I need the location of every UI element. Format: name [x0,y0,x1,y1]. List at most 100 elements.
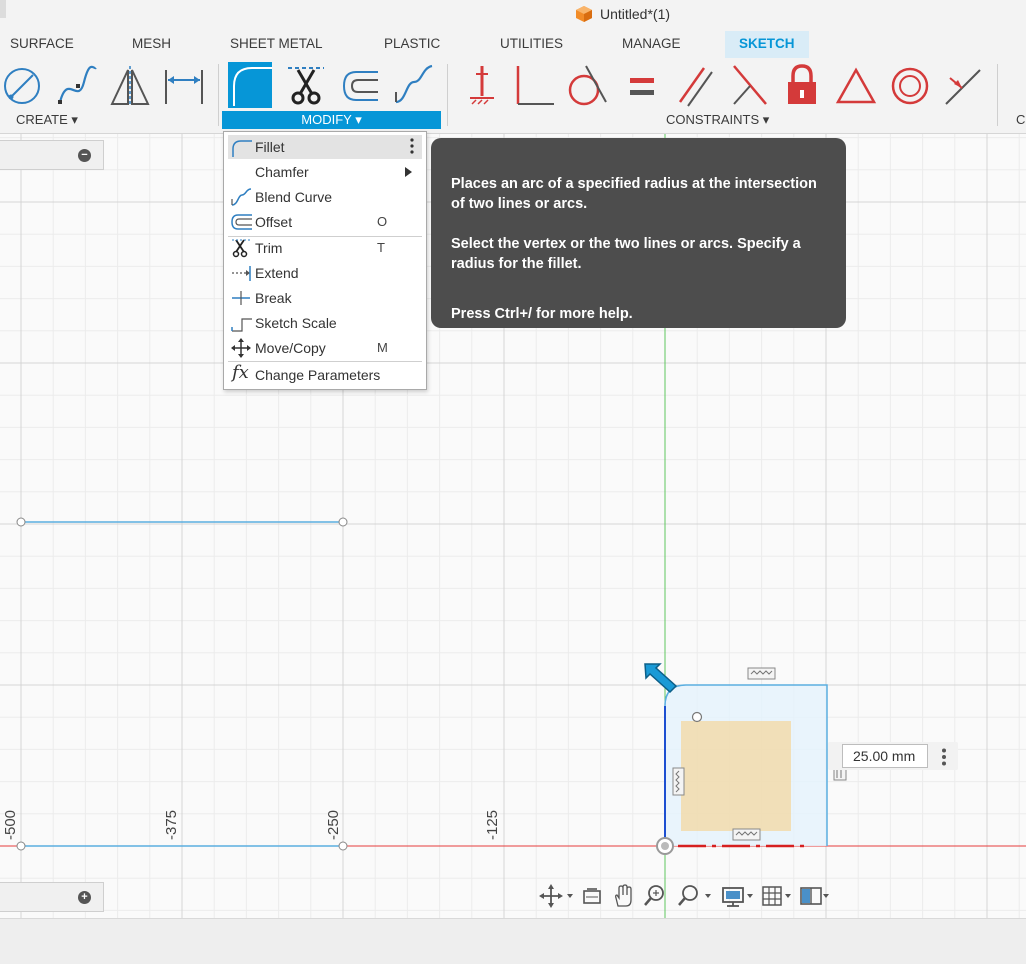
more-options-icon[interactable] [941,748,947,766]
triangle-tool[interactable] [834,62,878,108]
modify-group-label[interactable]: MODIFY ▾ [222,111,441,129]
offset-tool[interactable] [338,62,382,108]
fix-tool[interactable] [460,62,504,108]
menu-item-label: Extend [255,265,299,281]
trim-tool[interactable] [284,62,328,108]
sketch-point[interactable] [16,841,26,851]
perpendicular-tool[interactable] [512,62,556,108]
sketch-point[interactable] [16,517,26,527]
menu-item-label: Chamfer [255,164,309,180]
sketch-point[interactable] [338,517,348,527]
comments-panel-header[interactable]: + [0,882,104,912]
tab-mesh[interactable]: MESH [132,36,171,51]
menu-item-chamfer[interactable]: Chamfer [228,160,422,184]
grid-settings-button[interactable] [761,884,801,908]
lock-icon [788,64,816,104]
next-group-tool[interactable] [1012,62,1026,108]
vertical-constraint-glyph[interactable] [672,767,685,796]
expand-panel-icon[interactable]: + [78,891,91,904]
fillet-icon [233,67,272,106]
menu-item-sketch-scale[interactable]: Sketch Scale [228,311,422,335]
blend-curve-tool[interactable] [392,62,436,108]
grid-icon [762,886,791,906]
blend-curve-icon [395,64,433,104]
look-at-icon [583,888,601,904]
orbit-button[interactable] [537,884,573,908]
break-icon [232,291,250,305]
spline-tool[interactable] [56,62,100,108]
zoom-window-button[interactable] [677,884,717,908]
sketch-point[interactable] [338,841,348,851]
trim-icon [232,239,250,258]
look-at-button[interactable] [581,884,611,908]
triangle-icon [835,67,877,104]
fillet-tool[interactable] [228,62,272,108]
lock-tool[interactable] [780,62,824,108]
document-title: Untitled*(1) [600,6,671,22]
concentric-tool[interactable] [888,62,932,108]
window-edge [0,0,6,18]
toolbar-separator [447,64,448,126]
tooltip-instructions: Select the vertex or the two lines or ar… [451,236,801,272]
viewports-button[interactable] [799,884,835,908]
dimension-tool[interactable] [162,62,206,108]
mirror-icon [110,66,150,106]
menu-item-label: Change Parameters [255,367,381,383]
toolbar: CREATE ▾ MODIFY ▾ CONSTRAINTS ▾ C [0,58,1026,134]
pan-button[interactable] [611,884,641,908]
fillet-center-point[interactable] [691,711,703,723]
tab-manage[interactable]: MANAGE [622,36,681,51]
display-settings-button[interactable] [721,884,761,908]
title-bar: Untitled*(1) [0,0,1026,30]
zoom-button[interactable] [643,884,673,908]
fillet-tooltip: Places an arc of a specified radius at t… [431,138,846,328]
tangent-tool[interactable] [564,62,608,108]
submenu-arrow-icon [405,167,412,177]
browser-panel-header[interactable]: − [0,140,104,170]
tab-utilities[interactable]: UTILITIES [500,36,563,51]
collinear-tool[interactable] [728,62,772,108]
menu-item-label: Move/Copy [255,340,326,356]
menu-item-trim[interactable]: Trim T [228,236,422,260]
fillet-icon [232,140,252,157]
constraints-label-text: CONSTRAINTS [666,112,760,127]
menu-item-fillet[interactable]: Fillet [228,135,422,159]
shortcut-key: M [377,340,388,355]
profile-fill [681,721,791,831]
parallel-tool[interactable] [674,62,718,108]
horizontal-constraint-glyph[interactable] [747,667,776,680]
next-group-label[interactable]: C [1016,111,1025,129]
menu-item-change-parameters[interactable]: fx Change Parameters [228,362,422,387]
tooltip-help-hint: Press Ctrl+/ for more help. [451,306,633,322]
axis-tick-label: -375 [163,809,180,840]
tab-sheet-metal[interactable]: SHEET METAL [230,36,323,51]
fillet-radius-input[interactable] [842,744,928,768]
menu-item-offset[interactable]: Offset O [228,210,422,234]
perpendicular-icon [516,66,554,105]
menu-item-label: Fillet [255,139,285,155]
mirror-tool[interactable] [108,62,152,108]
create-group-label[interactable]: CREATE ▾ [16,111,78,129]
constraints-group-label[interactable]: CONSTRAINTS ▾ [666,111,769,129]
horizontal-constraint-glyph[interactable] [732,828,761,841]
circle-tool[interactable] [0,62,44,108]
tab-sketch[interactable]: SKETCH [725,31,809,62]
tab-plastic[interactable]: PLASTIC [384,36,440,51]
tab-surface[interactable]: SURFACE [10,36,74,51]
collapse-panel-icon[interactable]: − [78,149,91,162]
menu-item-move-copy[interactable]: Move/Copy M [228,336,422,360]
toolbar-separator [997,64,998,126]
menu-item-extend[interactable]: Extend [228,261,422,285]
origin-dot [661,842,669,850]
more-options-icon[interactable] [410,138,414,154]
tangent-icon [568,65,607,106]
zoom-icon [644,885,664,906]
menu-item-break[interactable]: Break [228,286,422,310]
move-copy-icon [231,338,251,358]
menu-item-label: Offset [255,214,293,230]
workspace-tabs: SURFACE MESH SHEET METAL PLASTIC UTILITI… [0,30,1026,62]
axis-tick-label: -250 [325,809,342,840]
midpoint-tool[interactable] [940,62,984,108]
equal-tool[interactable] [620,62,664,108]
menu-item-blend-curve[interactable]: Blend Curve [228,185,422,209]
